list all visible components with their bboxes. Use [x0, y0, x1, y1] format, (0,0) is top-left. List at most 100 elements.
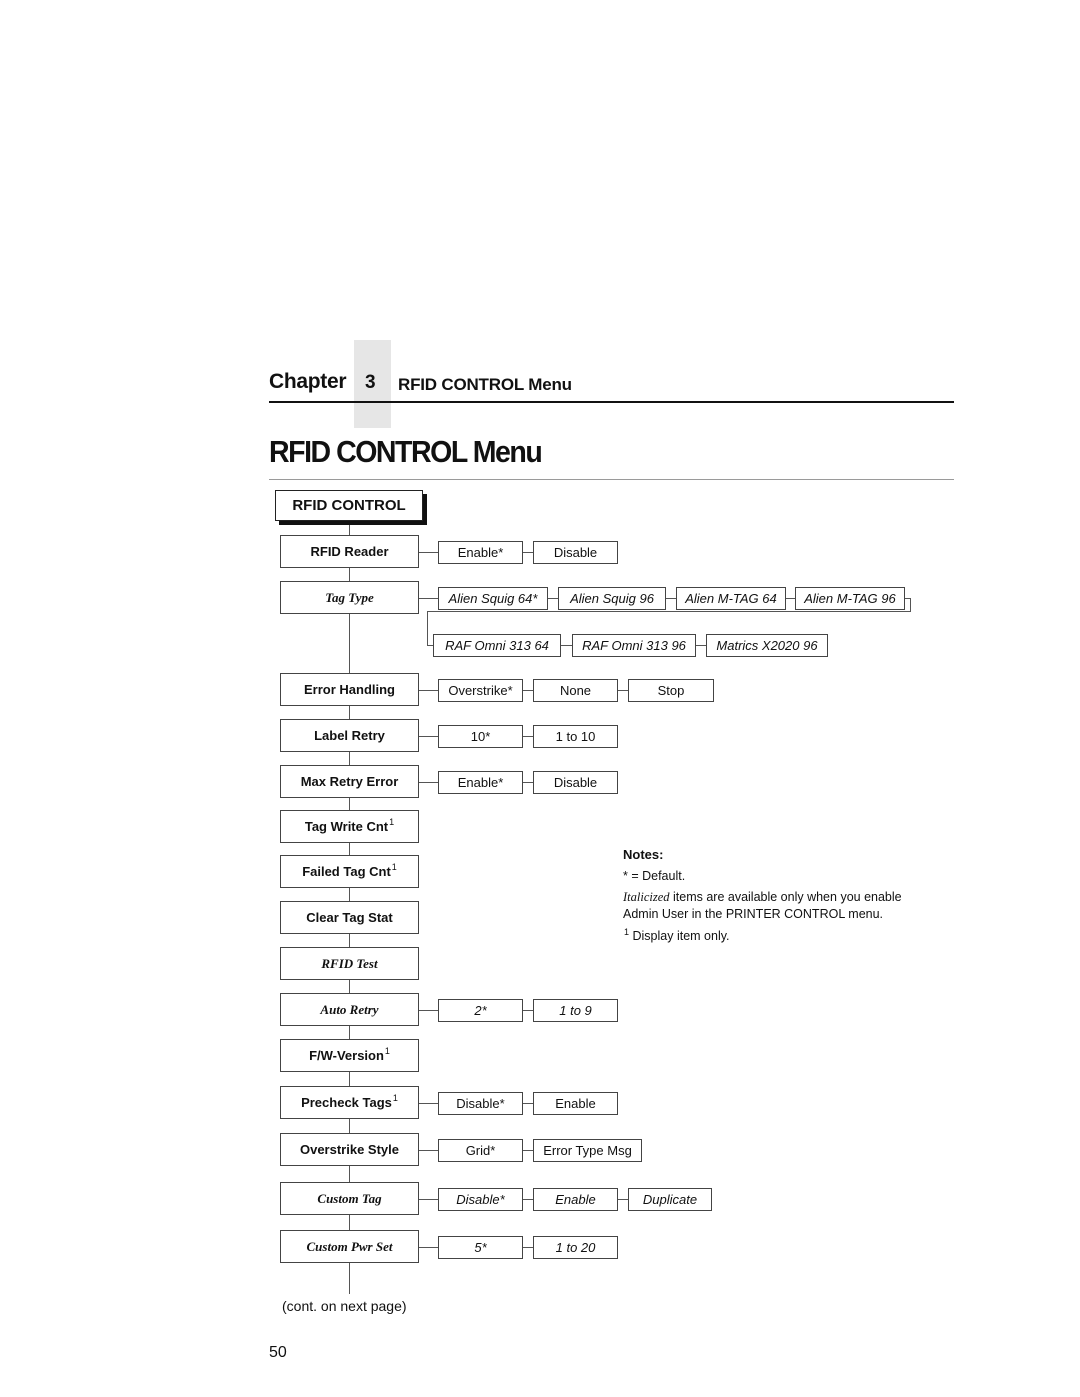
menu-root-box: RFID CONTROL: [275, 490, 423, 521]
option-2: 2*: [438, 999, 523, 1022]
option-connector: [523, 1103, 533, 1105]
menu-item-label: Custom Tag: [317, 1190, 382, 1206]
chapter-title: RFID CONTROL Menu: [398, 375, 572, 394]
menu-item-label: Label Retry: [314, 728, 385, 743]
option-error-type-msg: Error Type Msg: [533, 1139, 642, 1162]
menu-item-label: Auto Retry: [320, 1001, 379, 1017]
menu-item-label: F/W-Version: [309, 1048, 384, 1063]
menu-item-max-retry-error: Max Retry Error: [280, 765, 419, 798]
option-5: 5*: [438, 1236, 523, 1259]
option-connector: [548, 598, 558, 600]
option-disable: Disable: [533, 541, 618, 564]
menu-item-clear-tag-stat: Clear Tag Stat: [280, 901, 419, 934]
option-connector: [561, 645, 572, 647]
menu-item-custom-tag: Custom Tag: [280, 1182, 419, 1215]
menu-item-label: RFID Test: [321, 955, 378, 971]
option-overstrike: Overstrike*: [438, 679, 523, 702]
option-connector: [419, 1199, 438, 1201]
menu-item-label: Custom Pwr Set: [306, 1238, 393, 1254]
menu-item-rfid-test: RFID Test: [280, 947, 419, 980]
option-connector: [419, 1103, 438, 1105]
option-raf-omni-313-64: RAF Omni 313 64: [433, 634, 561, 657]
chapter-label: Chapter: [269, 370, 347, 393]
menu-item-f-w-version: F/W-Version 1: [280, 1039, 419, 1072]
option-alien-m-tag-96: Alien M-TAG 96: [795, 587, 905, 610]
note-italic: Italicized items are available only when…: [623, 889, 902, 906]
option-connector: [419, 1010, 438, 1012]
footnote-superscript: 1: [392, 1092, 398, 1103]
footnote-superscript: 1: [384, 1045, 390, 1056]
continuation-note: (cont. on next page): [282, 1298, 407, 1314]
option-enable: Enable*: [438, 541, 523, 564]
option-connector: [523, 782, 533, 784]
footnote-superscript: 1: [389, 816, 395, 827]
option-connector: [419, 690, 438, 692]
menu-item-label: Failed Tag Cnt: [302, 864, 391, 879]
menu-item-label: Overstrike Style: [299, 1142, 399, 1157]
footnote-text: Display item only.: [629, 929, 730, 944]
menu-item-label: RFID Reader: [310, 544, 389, 559]
option-stop: Stop: [628, 679, 714, 702]
menu-item-label: Tag Write Cnt: [304, 819, 389, 834]
option-connector: [618, 1199, 628, 1201]
notes-heading: Notes:: [623, 847, 664, 862]
option-connector: [419, 552, 438, 554]
option-connector: [419, 598, 438, 600]
option-alien-squig-64: Alien Squig 64*: [438, 587, 548, 610]
option-connector: [618, 690, 628, 692]
option-disable: Disable*: [438, 1188, 523, 1211]
title-rule: [269, 479, 954, 480]
menu-item-overstrike-style: Overstrike Style: [280, 1133, 419, 1166]
option-enable: Enable*: [438, 771, 523, 794]
wrap-connector: [427, 611, 911, 613]
option-disable: Disable: [533, 771, 618, 794]
option-grid: Grid*: [438, 1139, 523, 1162]
wrap-connector: [910, 598, 912, 611]
menu-item-label: Precheck Tags: [301, 1095, 392, 1110]
page-title: RFID CONTROL Menu: [269, 434, 543, 469]
option-connector: [419, 782, 438, 784]
menu-item-custom-pwr-set: Custom Pwr Set: [280, 1230, 419, 1263]
option-connector: [523, 690, 533, 692]
option-enable: Enable: [533, 1188, 618, 1211]
option-raf-omni-313-96: RAF Omni 313 96: [572, 634, 696, 657]
menu-item-failed-tag-cnt: Failed Tag Cnt 1: [280, 855, 419, 888]
option-connector: [523, 1010, 533, 1012]
menu-item-label-retry: Label Retry: [280, 719, 419, 752]
wrap-connector: [427, 611, 429, 645]
note-italic-word: Italicized: [623, 890, 670, 905]
menu-item-label: Tag Type: [325, 589, 374, 605]
footnote-superscript: 1: [391, 861, 397, 872]
option-connector: [523, 736, 533, 738]
footnote-mark: 1: [624, 927, 630, 938]
option-connector: [666, 598, 676, 600]
menu-item-tag-write-cnt: Tag Write Cnt 1: [280, 810, 419, 843]
menu-item-auto-retry: Auto Retry: [280, 993, 419, 1026]
option-alien-m-tag-64: Alien M-TAG 64: [676, 587, 786, 610]
option-1-to-20: 1 to 20: [533, 1236, 618, 1259]
option-connector: [786, 598, 795, 600]
option-connector: [523, 1199, 533, 1201]
option-none: None: [533, 679, 618, 702]
header-rule: [269, 401, 954, 403]
option-enable: Enable: [533, 1092, 618, 1115]
option-duplicate: Duplicate: [628, 1188, 712, 1211]
option-alien-squig-96: Alien Squig 96: [558, 587, 666, 610]
menu-item-precheck-tags: Precheck Tags 1: [280, 1086, 419, 1119]
option-matrics-x2020-96: Matrics X2020 96: [706, 634, 828, 657]
chapter-number: 3: [365, 372, 376, 393]
option-connector: [523, 1247, 533, 1249]
option-connector: [419, 1247, 438, 1249]
option-connector: [523, 552, 533, 554]
option-connector: [696, 645, 706, 647]
menu-item-label: Clear Tag Stat: [306, 910, 393, 925]
page-number: 50: [269, 1344, 287, 1361]
menu-item-label: Max Retry Error: [300, 774, 399, 789]
note-footnote: 1 Display item only.: [623, 927, 902, 945]
option-10: 10*: [438, 725, 523, 748]
notes-block: Notes: * = Default. Italicized items are…: [623, 846, 902, 945]
option-1-to-10: 1 to 10: [533, 725, 618, 748]
option-1-to-9: 1 to 9: [533, 999, 618, 1022]
option-connector: [523, 1150, 533, 1152]
menu-item-label: Error Handling: [303, 682, 395, 697]
